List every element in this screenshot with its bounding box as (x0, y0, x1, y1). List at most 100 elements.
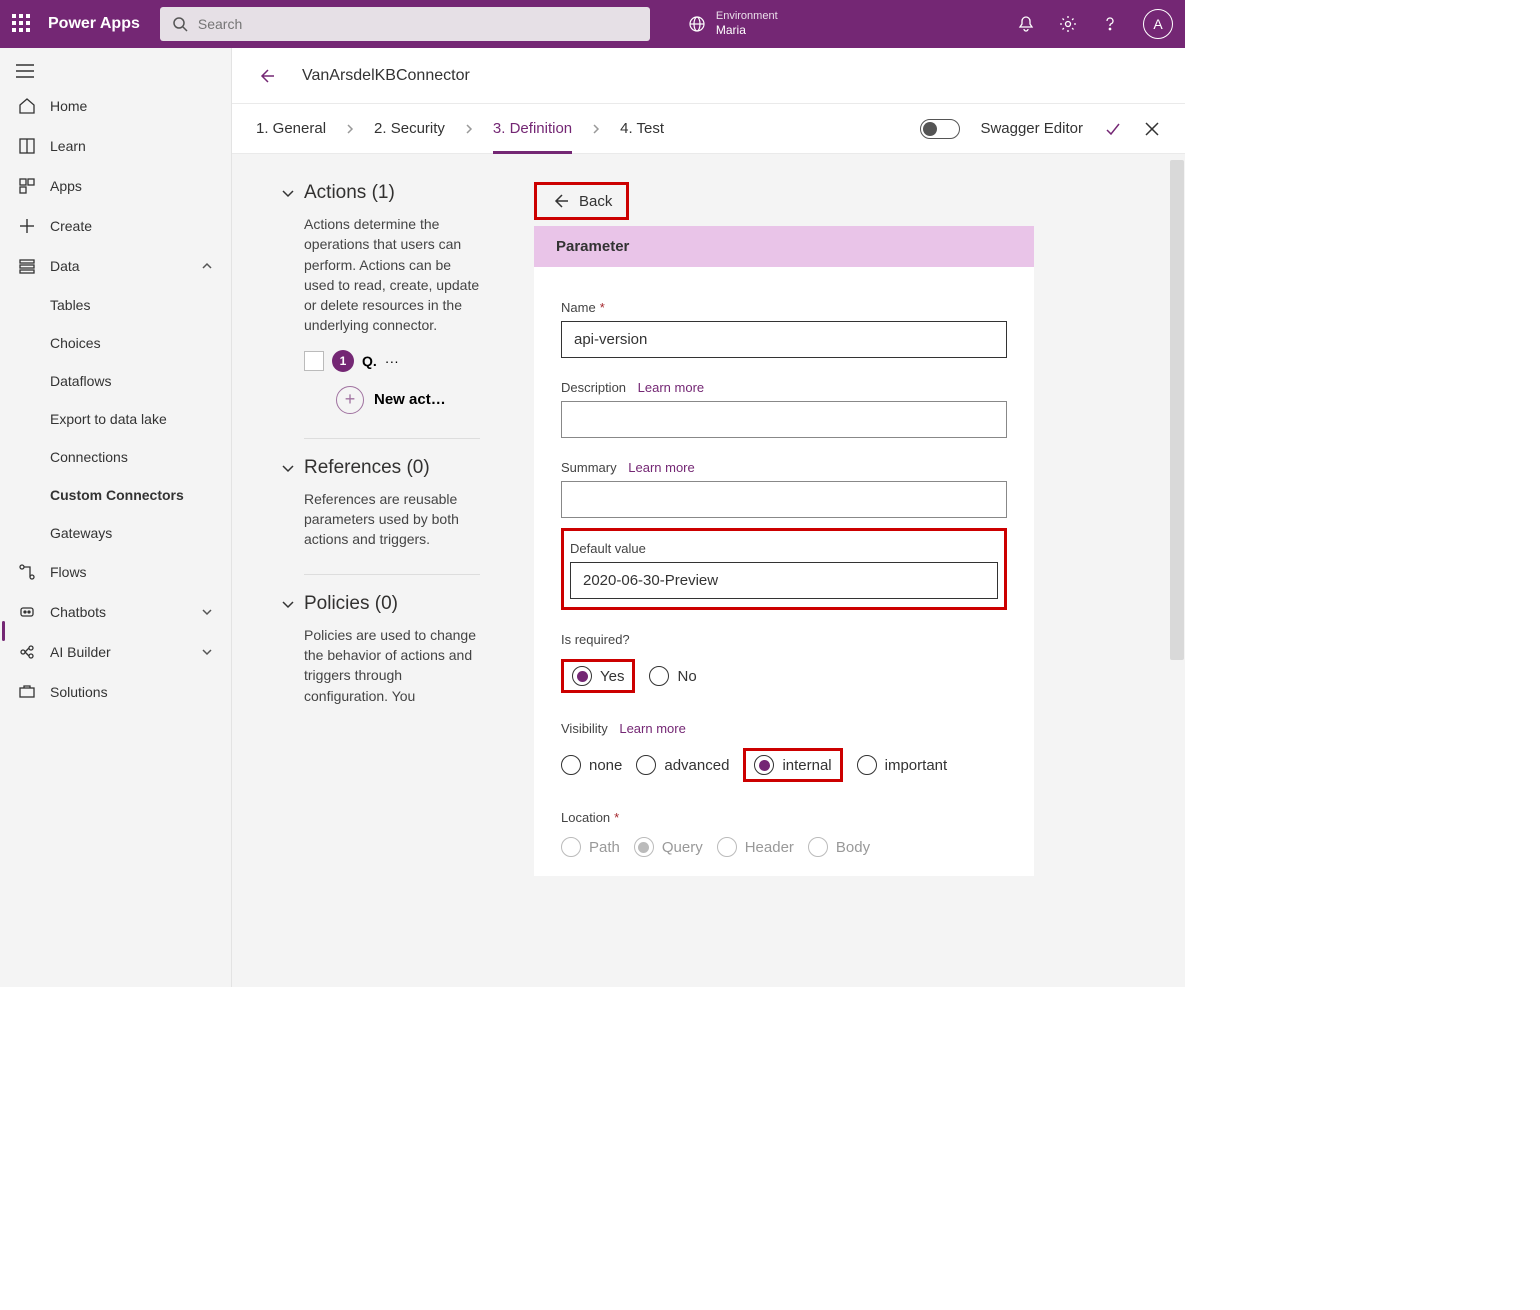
new-action-button[interactable]: + New act… (336, 386, 480, 414)
step-bar: 1. General 2. Security 3. Definition 4. … (232, 104, 1185, 154)
name-input[interactable] (561, 321, 1007, 358)
location-header-label: Header (745, 839, 794, 856)
sidebar-item-flows[interactable]: Flows (0, 552, 231, 592)
yes-label: Yes (600, 668, 624, 685)
sidebar-item-label: Create (50, 218, 92, 234)
policies-section-header[interactable]: Policies (0) (280, 593, 480, 615)
action-badge: 1 (332, 350, 354, 372)
learn-more-link[interactable]: Learn more (628, 460, 694, 475)
location-query-label: Query (662, 839, 703, 856)
sidebar-item-home[interactable]: Home (0, 86, 231, 126)
chatbot-icon (18, 603, 36, 621)
sidebar-item-connections[interactable]: Connections (0, 438, 231, 476)
sidebar-item-label: Home (50, 98, 87, 114)
visibility-important-radio[interactable]: important (857, 755, 948, 775)
sidebar-item-label: Flows (50, 564, 87, 580)
sidebar-item-dataflows[interactable]: Dataflows (0, 362, 231, 400)
search-box[interactable] (160, 7, 650, 41)
location-path-label: Path (589, 839, 620, 856)
step-general[interactable]: 1. General (256, 120, 326, 137)
default-value-label: Default value (570, 541, 646, 556)
chevron-right-icon (463, 123, 475, 135)
swagger-toggle[interactable] (920, 119, 960, 139)
sidebar-item-data[interactable]: Data (0, 246, 231, 286)
new-action-label: New act… (374, 391, 446, 408)
visibility-internal-label: internal (782, 757, 831, 774)
visibility-advanced-radio[interactable]: advanced (636, 755, 729, 775)
search-input[interactable] (198, 16, 638, 32)
sidebar-item-learn[interactable]: Learn (0, 126, 231, 166)
description-input[interactable] (561, 401, 1007, 438)
action-more-icon[interactable]: ··· (385, 353, 399, 369)
bell-icon[interactable] (1017, 15, 1035, 33)
environment-label: Environment (716, 10, 778, 23)
required-yes-highlight: Yes (561, 659, 635, 693)
summary-input[interactable] (561, 481, 1007, 518)
solutions-icon (18, 683, 36, 701)
sidebar-item-chatbots[interactable]: Chatbots (0, 592, 231, 632)
action-item[interactable]: 1 Q. ··· (304, 350, 480, 372)
sidebar-item-create[interactable]: Create (0, 206, 231, 246)
action-checkbox[interactable] (304, 351, 324, 371)
policies-title: Policies (0) (304, 593, 398, 615)
visibility-important-label: important (885, 757, 948, 774)
sidebar-item-label: Tables (50, 297, 90, 313)
arrow-left-icon (551, 192, 569, 210)
definition-left-column: Actions (1) Actions determine the operat… (280, 182, 498, 987)
sidebar-item-label: Dataflows (50, 373, 111, 389)
learn-more-link[interactable]: Learn more (619, 721, 685, 736)
title-bar: VanArsdelKBConnector (232, 48, 1185, 104)
environment-picker[interactable]: Environment Maria (688, 10, 778, 38)
help-icon[interactable] (1101, 15, 1119, 33)
visibility-none-radio[interactable]: none (561, 755, 622, 775)
waffle-icon[interactable] (12, 14, 32, 34)
hamburger-icon[interactable] (0, 56, 231, 86)
parameter-panel-title: Parameter (534, 226, 1034, 267)
parameter-form-panel: Back Parameter Name * Description Learn … (534, 182, 1034, 987)
location-label: Location (561, 810, 610, 825)
sidebar-item-label: Learn (50, 138, 86, 154)
sidebar-item-tables[interactable]: Tables (0, 286, 231, 324)
home-icon (18, 97, 36, 115)
chevron-right-icon (344, 123, 356, 135)
required-yes-radio[interactable]: Yes (572, 666, 624, 686)
connector-name: VanArsdelKBConnector (302, 67, 470, 85)
sidebar-item-ai-builder[interactable]: AI Builder (0, 632, 231, 672)
sidebar-item-export-data-lake[interactable]: Export to data lake (0, 400, 231, 438)
policies-description: Policies are used to change the behavior… (304, 625, 480, 706)
references-section-header[interactable]: References (0) (280, 457, 480, 479)
learn-more-link[interactable]: Learn more (638, 380, 704, 395)
sidebar-item-gateways[interactable]: Gateways (0, 514, 231, 552)
visibility-internal-highlight: internal (743, 748, 842, 782)
sidebar-item-label: Connections (50, 449, 128, 465)
description-label: Description (561, 380, 626, 395)
main-content: VanArsdelKBConnector 1. General 2. Secur… (232, 48, 1185, 987)
step-test[interactable]: 4. Test (620, 120, 664, 137)
close-icon[interactable] (1143, 120, 1161, 138)
scrollbar[interactable] (1170, 160, 1184, 660)
gear-icon[interactable] (1059, 15, 1077, 33)
book-icon (18, 137, 36, 155)
sidebar-item-apps[interactable]: Apps (0, 166, 231, 206)
back-arrow-icon[interactable] (256, 66, 276, 86)
actions-section-header[interactable]: Actions (1) (280, 182, 480, 204)
required-no-radio[interactable]: No (649, 666, 696, 686)
step-security[interactable]: 2. Security (374, 120, 445, 137)
chevron-down-icon (280, 185, 296, 201)
sidebar-item-custom-connectors[interactable]: Custom Connectors (0, 476, 231, 514)
visibility-internal-radio[interactable]: internal (754, 755, 831, 775)
avatar[interactable]: A (1143, 9, 1173, 39)
sidebar-item-solutions[interactable]: Solutions (0, 672, 231, 712)
is-required-label: Is required? (561, 632, 630, 647)
location-header-radio: Header (717, 837, 794, 857)
globe-icon (688, 15, 706, 33)
sidebar-item-label: Chatbots (50, 604, 106, 620)
sidebar-item-label: Custom Connectors (50, 487, 184, 503)
chevron-right-icon (590, 123, 602, 135)
sidebar-item-choices[interactable]: Choices (0, 324, 231, 362)
back-button[interactable]: Back (534, 182, 629, 220)
check-icon[interactable] (1103, 119, 1123, 139)
actions-title: Actions (1) (304, 182, 395, 204)
step-definition[interactable]: 3. Definition (493, 120, 572, 154)
default-value-input[interactable] (570, 562, 998, 599)
